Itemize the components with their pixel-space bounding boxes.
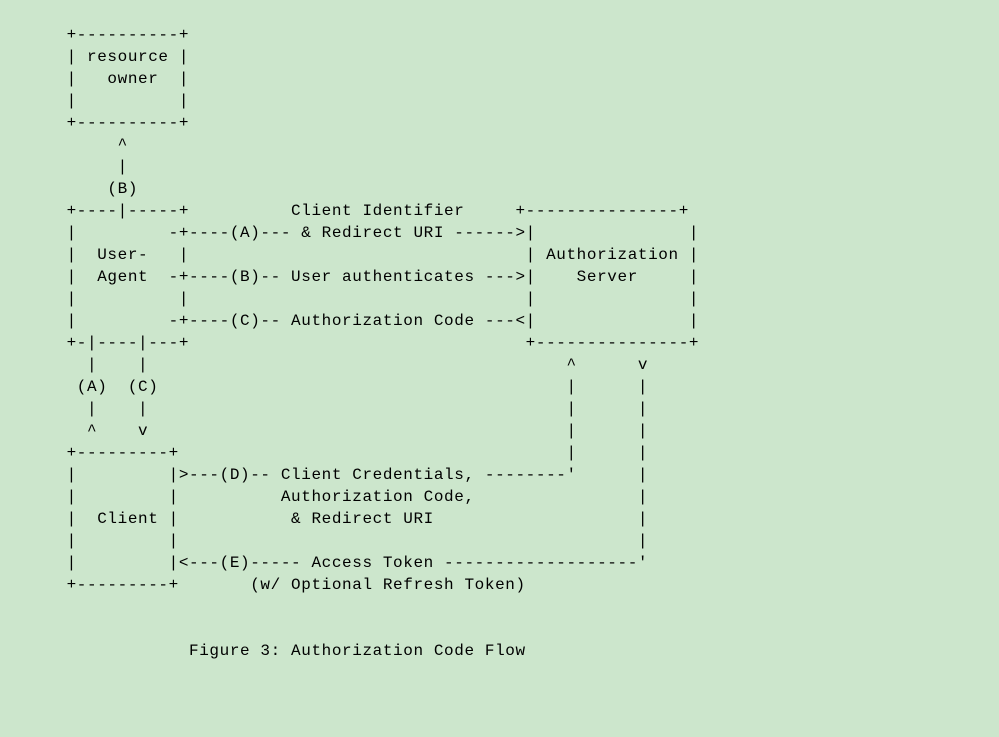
ascii-diagram: +----------+ | resource | | owner | | | … bbox=[0, 0, 999, 662]
